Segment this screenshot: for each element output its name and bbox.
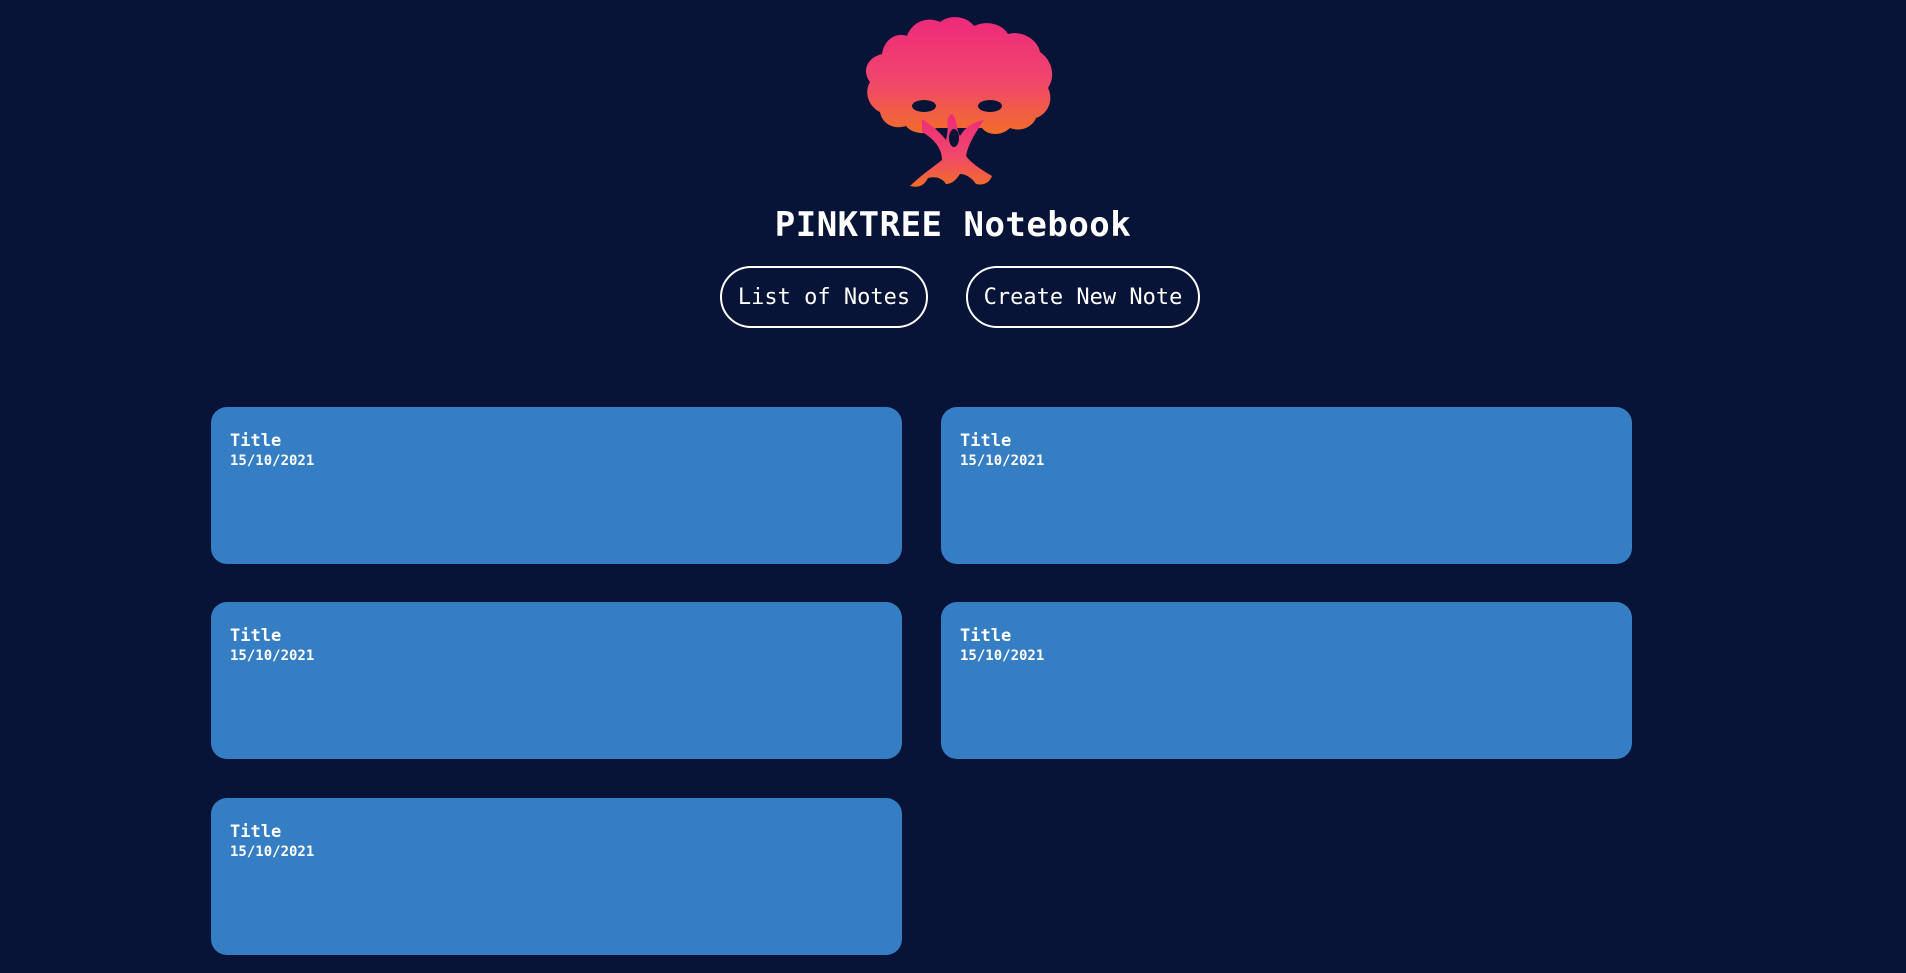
note-title: Title: [230, 431, 282, 451]
note-card[interactable]: Title 15/10/2021: [941, 407, 1632, 564]
note-card[interactable]: Title 15/10/2021: [211, 407, 902, 564]
note-title: Title: [960, 431, 1012, 451]
note-title: Title: [960, 626, 1012, 646]
tree-logo-icon: [866, 17, 1053, 187]
note-date: 15/10/2021: [230, 453, 315, 469]
page-title: PINKTREE Notebook: [774, 205, 1132, 245]
list-of-notes-button[interactable]: List of Notes: [720, 266, 928, 328]
note-title: Title: [230, 626, 282, 646]
note-card[interactable]: Title 15/10/2021: [211, 798, 902, 955]
note-date: 15/10/2021: [960, 648, 1045, 664]
note-date: 15/10/2021: [230, 648, 315, 664]
note-date: 15/10/2021: [230, 844, 315, 860]
note-card[interactable]: Title 15/10/2021: [211, 602, 902, 759]
note-date: 15/10/2021: [960, 453, 1045, 469]
create-new-note-button[interactable]: Create New Note: [966, 266, 1200, 328]
note-title: Title: [230, 822, 282, 842]
note-card[interactable]: Title 15/10/2021: [941, 602, 1632, 759]
